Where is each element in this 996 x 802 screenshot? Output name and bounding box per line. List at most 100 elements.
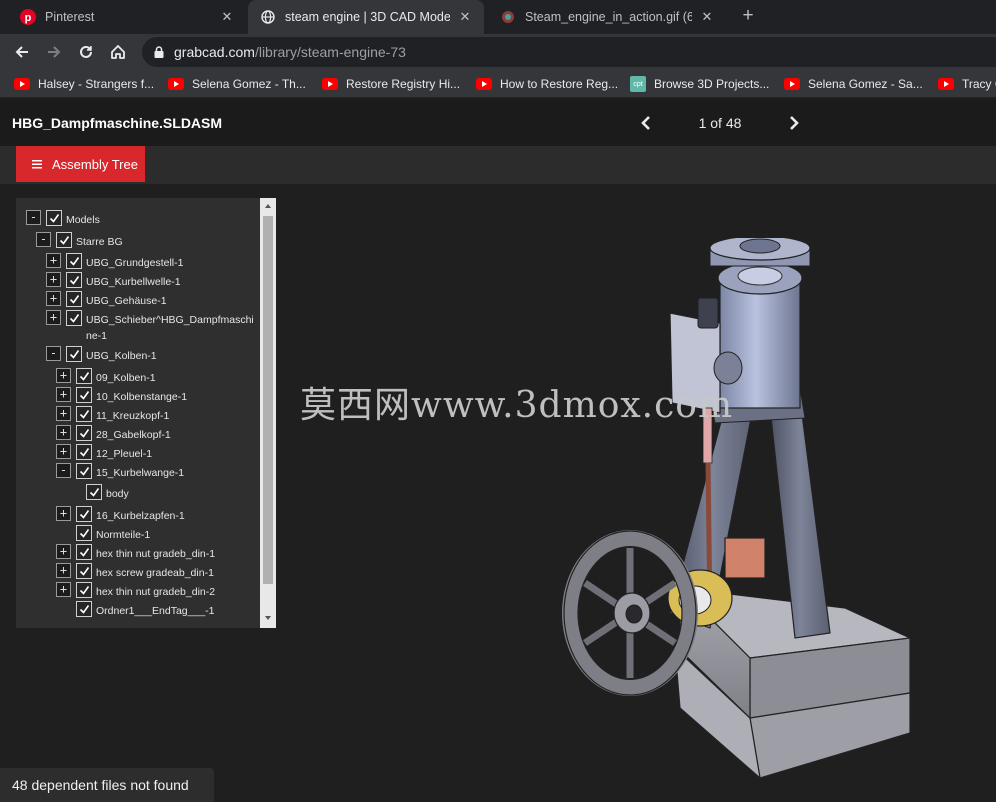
next-file-button[interactable] [784, 113, 804, 133]
expand-icon[interactable]: + [56, 406, 71, 421]
expand-icon[interactable]: + [56, 387, 71, 402]
tree-node[interactable]: +09_Kolben-1 [56, 368, 156, 386]
visibility-checkbox[interactable] [66, 346, 82, 362]
tab-steam-engine[interactable]: steam engine | 3D CAD Model Lib ✕ [248, 0, 484, 34]
tree-node[interactable]: + hex screw gradeab_din-1 [56, 563, 214, 581]
scroll-down-icon[interactable] [260, 612, 276, 624]
scroll-thumb[interactable] [263, 216, 273, 584]
expand-icon[interactable]: + [56, 444, 71, 459]
new-tab-button[interactable]: + [738, 6, 758, 26]
visibility-checkbox[interactable] [46, 210, 62, 226]
tree-node[interactable]: + hex thin nut gradeb_din-1 [56, 544, 215, 562]
arrow-right-icon [48, 46, 61, 58]
expand-icon[interactable]: + [56, 544, 71, 559]
visibility-checkbox[interactable] [76, 582, 92, 598]
tree-node-label: hex thin nut gradeb_din-1 [96, 544, 215, 562]
globe-icon [260, 9, 276, 25]
visibility-checkbox[interactable] [56, 232, 72, 248]
expand-icon[interactable]: + [46, 310, 61, 325]
visibility-checkbox[interactable] [76, 387, 92, 403]
tree-node-label: UBG_Grundgestell-1 [86, 253, 183, 271]
collapse-icon[interactable]: - [26, 210, 41, 225]
previous-file-button[interactable] [636, 113, 656, 133]
tree-node[interactable]: + hex thin nut gradeb_din-2 [56, 582, 215, 600]
expand-icon[interactable]: + [46, 291, 61, 306]
close-icon[interactable]: ✕ [220, 9, 234, 25]
visibility-checkbox[interactable] [76, 368, 92, 384]
tree-node-label: 10_Kolbenstange-1 [96, 387, 187, 405]
tree-node-label: hex screw gradeab_din-1 [96, 563, 214, 581]
tree-node[interactable]: - UBG_Kolben-1 [46, 346, 157, 364]
visibility-checkbox[interactable] [66, 272, 82, 288]
tree-scrollbar[interactable] [260, 198, 276, 628]
collapse-icon[interactable]: - [56, 463, 71, 478]
collapse-icon[interactable]: - [46, 346, 61, 361]
tree-node[interactable]: + UBG_Grundgestell-1 [46, 253, 183, 271]
visibility-checkbox[interactable] [66, 253, 82, 269]
tree-node[interactable]: Ordner1___EndTag___-1 [56, 601, 215, 619]
bookmark-item[interactable]: Selena Gomez - Sa... [784, 76, 923, 92]
assembly-tree-button[interactable]: Assembly Tree [16, 146, 145, 182]
tree-node[interactable]: - 15_Kurbelwange-1 [56, 463, 184, 481]
visibility-checkbox[interactable] [76, 525, 92, 541]
tree-node[interactable]: - Starre BG [36, 232, 123, 250]
tab-steam-engine-gif[interactable]: Steam_engine_in_action.gif (630× ✕ [488, 0, 726, 34]
bookmark-item[interactable]: Selena Gomez - Th... [168, 76, 306, 92]
tree-node[interactable]: +28_Gabelkopf-1 [56, 425, 171, 443]
svg-text:p: p [25, 12, 32, 24]
close-icon[interactable]: ✕ [458, 9, 472, 25]
image-icon [500, 9, 516, 25]
expand-icon[interactable]: + [56, 368, 71, 383]
visibility-checkbox[interactable] [76, 506, 92, 522]
tree-node-text: 15_Kurbelwange-1 [96, 467, 185, 479]
visibility-checkbox[interactable] [76, 601, 92, 617]
expand-icon[interactable]: + [56, 582, 71, 597]
bookmark-item[interactable]: How to Restore Reg... [476, 76, 618, 92]
bookmark-item[interactable]: Tracy C [938, 76, 996, 92]
tree-node[interactable]: +12_Pleuel-1 [56, 444, 152, 462]
bookmark-label: Tracy C [962, 77, 996, 91]
expand-icon[interactable]: + [56, 506, 71, 521]
tab-pinterest[interactable]: p Pinterest ✕ [8, 0, 246, 34]
visibility-checkbox[interactable] [66, 291, 82, 307]
address-bar[interactable]: grabcad.com/library/steam-engine-73 [142, 37, 996, 67]
visibility-checkbox[interactable] [86, 484, 102, 500]
visibility-checkbox[interactable] [76, 406, 92, 422]
bookmark-item[interactable]: Restore Registry Hi... [322, 76, 460, 92]
expand-icon[interactable]: + [46, 272, 61, 287]
reload-button[interactable] [72, 38, 100, 66]
tree-node[interactable]: +10_Kolbenstange-1 [56, 387, 187, 405]
expand-icon[interactable]: + [56, 563, 71, 578]
tree-node[interactable]: +16_Kurbelzapfen-1 [56, 506, 185, 524]
close-icon[interactable]: ✕ [700, 9, 714, 25]
tree-node[interactable]: - Models [26, 210, 100, 228]
forward-button[interactable] [40, 38, 68, 66]
visibility-checkbox[interactable] [76, 444, 92, 460]
expand-icon[interactable]: + [46, 253, 61, 268]
expand-icon[interactable]: + [56, 425, 71, 440]
visibility-checkbox[interactable] [76, 425, 92, 441]
tree-node[interactable]: body [66, 484, 129, 502]
visibility-checkbox[interactable] [76, 544, 92, 560]
tree-node[interactable]: + UBG_Schieber^HBG_Dampfmaschi ne-1 [46, 310, 254, 344]
tree-node[interactable]: + UBG_Kurbellwelle-1 [46, 272, 181, 290]
check-icon [79, 566, 89, 576]
visibility-checkbox[interactable] [66, 310, 82, 326]
home-button[interactable] [104, 38, 132, 66]
bookmark-item[interactable]: Halsey - Strangers f... [14, 76, 154, 92]
tree-node[interactable]: + UBG_Gehäuse-1 [46, 291, 167, 309]
back-button[interactable] [8, 38, 36, 66]
tree-node[interactable]: Normteile-1 [56, 525, 150, 543]
scroll-up-icon[interactable] [260, 200, 276, 212]
tree-node-label: Starre BG [76, 232, 123, 250]
file-name: HBG_Dampfmaschine.SLDASM [12, 115, 223, 131]
collapse-icon[interactable]: - [36, 232, 51, 247]
check-icon [69, 294, 79, 304]
tree-node[interactable]: +11_Kreuzkopf-1 [56, 406, 169, 424]
bookmark-item[interactable]: cpt Browse 3D Projects... [630, 76, 769, 92]
visibility-checkbox[interactable] [76, 563, 92, 579]
steam-engine-model[interactable] [560, 238, 920, 783]
visibility-checkbox[interactable] [76, 463, 92, 479]
